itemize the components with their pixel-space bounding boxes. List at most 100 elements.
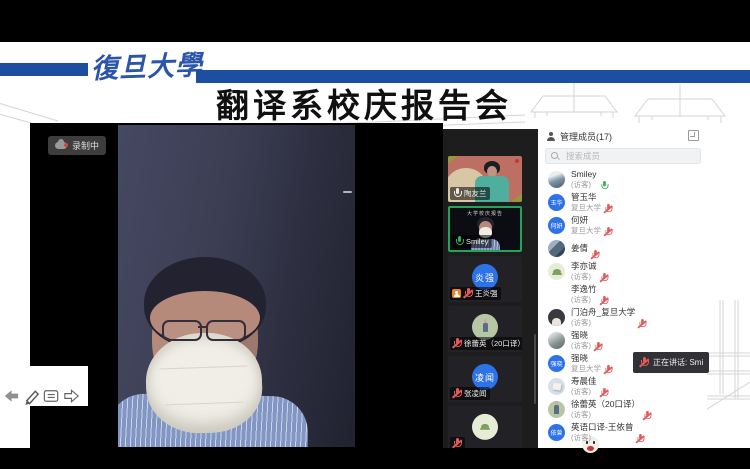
member-name: Smiley <box>571 170 597 179</box>
thumbnail-smiley-active[interactable]: 大学校庆报告 Smiley <box>448 206 522 252</box>
recording-indicator: 录制中 <box>48 136 106 155</box>
initials-avatar: 何妍 <box>548 217 565 234</box>
speaker-glasses <box>162 320 254 342</box>
member-subtitle: (访客) <box>571 272 597 281</box>
member-subtitle: (访客) <box>571 341 591 350</box>
members-icon <box>546 132 556 142</box>
main-video-window: 录制中 <box>30 123 443 448</box>
thumbnail-taoyoulan[interactable]: 陶友兰 <box>448 156 522 202</box>
mic-muted-icon <box>452 338 462 349</box>
member-name: 寿晨佳 <box>571 377 597 386</box>
mic-muted-icon[interactable] <box>638 319 647 329</box>
pen-tool-button[interactable] <box>22 386 41 406</box>
member-name: 英语口译-王依曾 <box>571 423 633 432</box>
participants-panel: 管理成员(17) Smiley (访客) 玉华 管玉华 复旦大学 何妍 <box>538 123 707 448</box>
mic-muted-icon[interactable] <box>604 227 613 237</box>
member-name: 何妍 <box>571 216 601 225</box>
photo-avatar <box>548 378 565 395</box>
recording-label: 录制中 <box>72 139 99 152</box>
member-row[interactable]: 李亦诚 (访客) <box>538 260 707 283</box>
search-input[interactable] <box>564 150 688 162</box>
member-row[interactable]: 寿晨佳 (访客) <box>538 375 707 398</box>
mic-muted-icon[interactable] <box>636 434 645 444</box>
speaker-face-mask <box>144 331 263 435</box>
member-row[interactable]: 姜倩 <box>538 237 707 260</box>
mic-muted-icon[interactable] <box>604 365 613 375</box>
mic-muted-icon <box>452 388 462 399</box>
member-row[interactable]: 依曾 英语口译-王依曾 (访客) <box>538 421 707 444</box>
photo-avatar <box>548 309 565 326</box>
university-logo: 復旦大學 <box>87 42 207 92</box>
slideshow-nav-area <box>0 366 88 406</box>
photo-avatar <box>548 171 565 188</box>
speaking-text: 正在讲话: Smi <box>653 357 703 368</box>
member-row[interactable]: 门泊舟_复旦大学 (访客) <box>538 306 707 329</box>
video-highlight <box>343 191 352 193</box>
member-row[interactable]: 何妍 何妍 复旦大学 <box>538 214 707 237</box>
member-row[interactable]: Smiley (访客) <box>538 168 707 191</box>
mic-muted-icon[interactable] <box>591 250 600 260</box>
member-name: 徐蕾英（20口译） <box>571 400 640 409</box>
screen: 復旦大學 翻译系校庆报告会 录制中 <box>0 0 750 469</box>
member-row[interactable]: 李逸竹 (访客) <box>538 283 707 306</box>
speaker-video <box>118 125 355 447</box>
mic-muted-icon[interactable] <box>604 204 613 214</box>
thumbnail-xuleiying[interactable]: 徐蕾英（20口译） <box>448 306 522 352</box>
thumbnail-wangyanqiang[interactable]: 炎强 王炎强 <box>448 256 522 302</box>
panel-title: 管理成员(17) <box>560 130 612 143</box>
member-row[interactable]: 徐蕾英（20口译） (访客) <box>538 398 707 421</box>
photo-avatar <box>548 332 565 349</box>
member-name: 李亦诚 <box>571 262 597 271</box>
mic-muted-icon[interactable] <box>599 273 608 283</box>
member-subtitle: (访客) <box>571 410 640 419</box>
member-row[interactable]: 强晓 (访客) <box>538 329 707 352</box>
member-list: Smiley (访客) 玉华 管玉华 复旦大学 何妍 何妍 复旦大学 姜倩 <box>538 168 707 444</box>
initials-avatar: 强晓 <box>548 355 565 372</box>
photo-avatar <box>472 414 498 440</box>
panel-popout-icon[interactable] <box>688 130 699 141</box>
mic-on-icon <box>454 236 464 247</box>
thumbnail-name: Smiley <box>466 237 489 246</box>
mic-on-icon[interactable] <box>599 181 608 191</box>
host-icon <box>452 289 461 298</box>
thumbnail-partial[interactable] <box>448 406 522 448</box>
video-watermark: 大学校庆报告 <box>450 210 520 217</box>
cloud-recording-icon <box>55 142 67 149</box>
photo-avatar <box>548 263 565 280</box>
mic-on-icon <box>452 188 462 199</box>
mic-muted-icon[interactable] <box>642 411 651 421</box>
thumbnail-name: 张凌闻 <box>464 388 487 399</box>
member-subtitle: (访客) <box>571 295 597 304</box>
speaking-indicator-tooltip: 正在讲话: Smi <box>633 352 709 373</box>
initials-avatar: 依曾 <box>548 424 565 441</box>
mic-muted-icon[interactable] <box>599 296 608 306</box>
initials-avatar: 玉华 <box>548 194 565 211</box>
member-subtitle: 复旦大学 <box>571 203 601 212</box>
mic-muted-icon <box>639 357 649 368</box>
member-subtitle: (访客) <box>571 387 597 396</box>
photo-avatar <box>548 401 565 418</box>
thumbnail-name: 王炎强 <box>475 288 498 299</box>
comments-button[interactable] <box>42 386 61 406</box>
member-subtitle: (访客) <box>571 433 633 442</box>
member-name: 李逸竹 <box>571 285 597 294</box>
mic-muted-icon <box>463 288 473 299</box>
member-name: 管玉华 <box>571 193 601 202</box>
member-name: 强晓 <box>571 354 601 363</box>
member-row[interactable]: 玉华 管玉华 复旦大学 <box>538 191 707 214</box>
video-thumbnail-strip: 陶友兰 大学校庆报告 Smiley 炎强 王炎强 徐蕾英（20口译） 凌闻 张凌… <box>443 129 538 448</box>
strip-scrollbar[interactable] <box>534 334 536 404</box>
member-subtitle: 复旦大学 <box>571 364 601 373</box>
mic-muted-icon[interactable] <box>599 388 608 398</box>
mic-muted-icon[interactable] <box>594 342 603 352</box>
member-subtitle: (访客) <box>571 318 635 327</box>
member-name: 门泊舟_复旦大学 <box>571 308 635 317</box>
member-name: 强晓 <box>571 331 591 340</box>
next-slide-button[interactable] <box>62 386 81 406</box>
thumbnail-zhanglingwen[interactable]: 凌闻 张凌闻 <box>448 356 522 402</box>
member-search-box[interactable] <box>545 148 701 164</box>
previous-slide-button[interactable] <box>2 386 21 406</box>
banner-bar-left <box>0 63 88 76</box>
thumbnail-name: 陶友兰 <box>464 188 487 199</box>
member-name: 姜倩 <box>571 244 588 253</box>
